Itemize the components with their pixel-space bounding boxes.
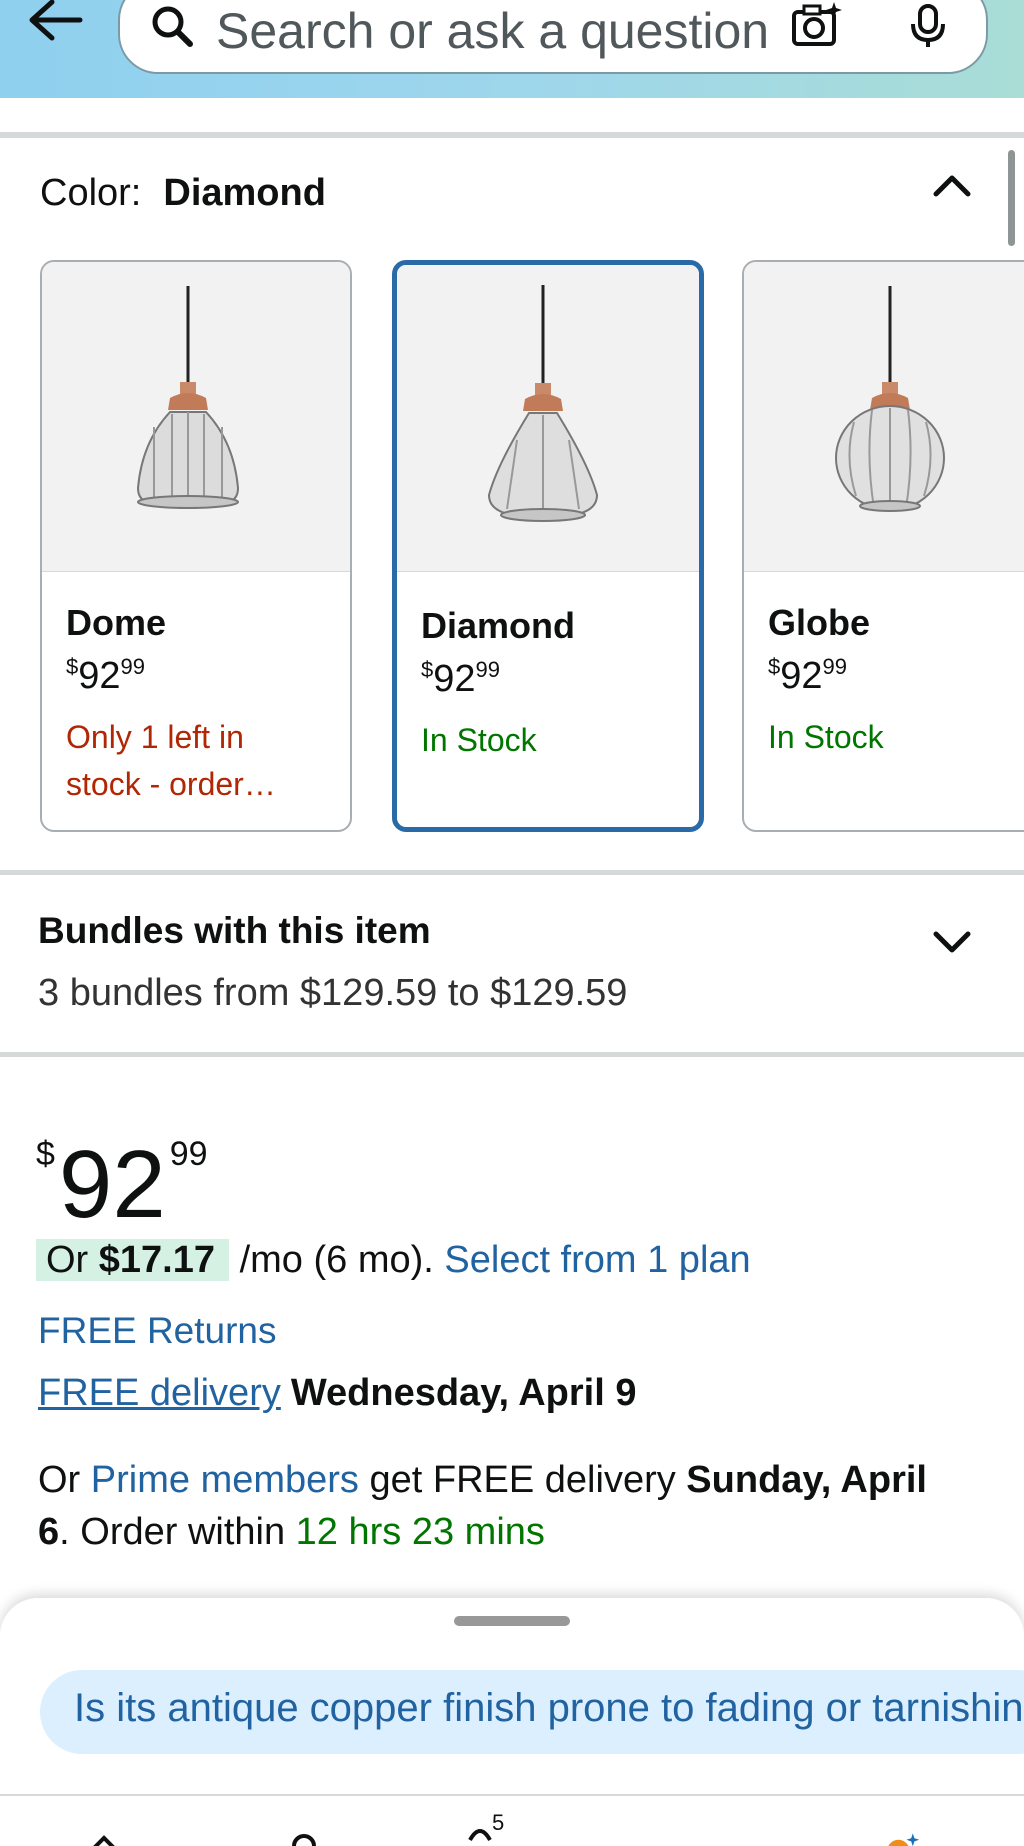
color-option-price: $9299 [768, 654, 848, 697]
search-input[interactable]: Search or ask a question [216, 2, 769, 60]
chevron-down-icon[interactable] [930, 926, 974, 956]
chevron-up-icon[interactable] [930, 170, 974, 200]
prime-delivery-info: Or Prime members get FREE delivery Sunda… [38, 1459, 927, 1553]
selected-color: Diamond [163, 172, 326, 214]
sheet-drag-handle[interactable] [454, 1616, 570, 1626]
delivery-info: FREE delivery Wednesday, April 9 [38, 1372, 636, 1415]
color-label-text: Color: [40, 172, 142, 214]
color-option-globe[interactable]: Globe $9299 In Stock [742, 260, 1024, 832]
installment-offer: Or $17.17 /mo (6 mo). Select from 1 plan [36, 1236, 751, 1286]
menu-icon[interactable] [694, 1824, 734, 1846]
top-header: Search or ask a question [0, 0, 1024, 98]
stock-status: Only 1 left in stock - order… [66, 719, 276, 802]
camera-icon [792, 2, 842, 46]
free-delivery-link[interactable]: FREE delivery [38, 1372, 281, 1414]
bundles-summary: 3 bundles from $129.59 to $129.59 [38, 972, 628, 1014]
home-icon[interactable] [84, 1824, 124, 1846]
voice-search-button[interactable] [910, 4, 946, 48]
section-divider [0, 1052, 1024, 1057]
color-option-name: Diamond [421, 605, 576, 646]
rufus-bottom-sheet: Is its antique copper finish prone to fa… [0, 1598, 1024, 1846]
product-image-globe [744, 262, 1024, 572]
microphone-icon [911, 4, 945, 47]
cart-icon[interactable]: 5 [466, 1812, 506, 1842]
camera-search-button[interactable] [790, 0, 842, 50]
search-icon [152, 6, 193, 47]
section-divider [0, 870, 1024, 875]
installment-terms: /mo (6 mo). [239, 1239, 434, 1281]
delivery-date: Wednesday, April 9 [290, 1372, 637, 1414]
bottom-tab-bar: 5 [0, 1794, 1024, 1846]
color-option-name: Dome [66, 602, 167, 643]
scrollbar[interactable] [1008, 150, 1015, 246]
color-option-price: $9299 [421, 657, 501, 700]
product-image-dome [42, 262, 350, 572]
order-countdown: 12 hrs 23 mins [295, 1511, 545, 1553]
search-bar[interactable]: Search or ask a question [118, 0, 988, 74]
stock-status: In Stock [768, 719, 884, 755]
installment-highlight: Or $17.17 [36, 1239, 230, 1281]
color-option-diamond[interactable]: Diamond $9299 In Stock [392, 260, 704, 832]
svg-text:5: 5 [492, 1812, 504, 1835]
section-divider [0, 132, 1024, 138]
bundles-title: Bundles with this item [38, 910, 431, 951]
free-returns-link[interactable]: FREE Returns [38, 1310, 277, 1352]
color-option-name: Globe [768, 602, 871, 643]
prime-members-link[interactable]: Prime members [91, 1459, 359, 1501]
profile-icon[interactable] [284, 1824, 324, 1846]
suggested-question-chip[interactable]: Is its antique copper finish prone to fa… [40, 1670, 1024, 1754]
back-arrow-icon [29, 0, 83, 41]
color-label: Color: Diamond [40, 172, 326, 215]
product-image-diamond [397, 265, 699, 572]
color-option-price: $9299 [66, 654, 146, 697]
select-plan-link[interactable]: Select from 1 plan [444, 1239, 750, 1281]
stock-status: In Stock [421, 722, 537, 758]
suggested-question-text: Is its antique copper finish prone to fa… [74, 1686, 1024, 1730]
color-option-dome[interactable]: Dome $9299 Only 1 left in stock - order… [40, 260, 352, 832]
back-button[interactable] [26, 0, 86, 44]
product-price: $92 99 [36, 1131, 208, 1238]
rufus-icon[interactable] [884, 1824, 924, 1846]
